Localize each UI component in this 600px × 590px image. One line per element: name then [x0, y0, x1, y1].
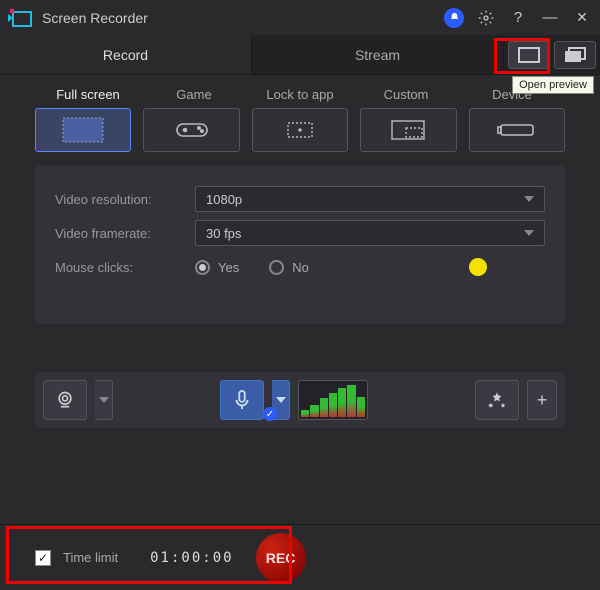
mode-label-fullscreen: Full screen	[35, 87, 141, 102]
audio-level-meter	[298, 380, 368, 420]
multi-window-icon[interactable]	[554, 41, 596, 69]
tab-stream[interactable]: Stream	[252, 35, 504, 74]
mouseclicks-label: Mouse clicks:	[55, 260, 195, 275]
microphone-button[interactable]: ✓	[220, 380, 264, 420]
time-limit-checkbox[interactable]: ✓	[35, 550, 51, 566]
input-toolbar: ✓ +	[35, 372, 565, 428]
webcam-button[interactable]	[43, 380, 87, 420]
click-color-swatch[interactable]	[469, 258, 487, 276]
webcam-dropdown[interactable]	[95, 380, 113, 420]
bottom-bar: ✓ Time limit 01:00:00 REC	[0, 524, 600, 590]
time-limit-label: Time limit	[63, 550, 118, 565]
mode-custom-icon[interactable]	[360, 108, 456, 152]
radio-icon	[269, 260, 284, 275]
overlay-effects-button[interactable]	[475, 380, 519, 420]
mode-game-icon[interactable]	[143, 108, 239, 152]
titlebar: Screen Recorder ? — ✕	[0, 0, 600, 35]
settings-gear-icon[interactable]	[476, 8, 496, 28]
resolution-label: Video resolution:	[55, 192, 195, 207]
mouseclicks-yes[interactable]: Yes	[195, 260, 239, 275]
chevron-down-icon	[524, 196, 534, 202]
mode-device-icon[interactable]	[469, 108, 565, 152]
close-button[interactable]: ✕	[572, 8, 592, 28]
notification-bell-icon[interactable]	[444, 8, 464, 28]
mode-locktoapp-icon[interactable]	[252, 108, 348, 152]
radio-icon	[195, 260, 210, 275]
add-overlay-button[interactable]: +	[527, 380, 557, 420]
app-logo-icon	[8, 8, 32, 28]
framerate-select[interactable]: 30 fps	[195, 220, 545, 246]
mode-fullscreen-icon[interactable]	[35, 108, 131, 152]
resolution-select[interactable]: 1080p	[195, 186, 545, 212]
tab-record[interactable]: Record	[0, 35, 252, 74]
mode-label-locktoapp: Lock to app	[247, 87, 353, 102]
framerate-label: Video framerate:	[55, 226, 195, 241]
mode-label-game: Game	[141, 87, 247, 102]
mode-label-custom: Custom	[353, 87, 459, 102]
time-limit-value[interactable]: 01:00:00	[150, 550, 233, 566]
app-title: Screen Recorder	[42, 10, 444, 26]
mic-enabled-check-icon: ✓	[263, 407, 277, 421]
tooltip-open-preview: Open preview	[512, 76, 594, 94]
help-icon[interactable]: ?	[508, 8, 528, 28]
settings-panel: Video resolution: 1080p Video framerate:…	[35, 166, 565, 324]
minimize-button[interactable]: —	[540, 8, 560, 28]
open-preview-button[interactable]	[508, 41, 550, 69]
record-button[interactable]: REC	[256, 533, 306, 583]
mouseclicks-no[interactable]: No	[269, 260, 309, 275]
chevron-down-icon	[524, 230, 534, 236]
